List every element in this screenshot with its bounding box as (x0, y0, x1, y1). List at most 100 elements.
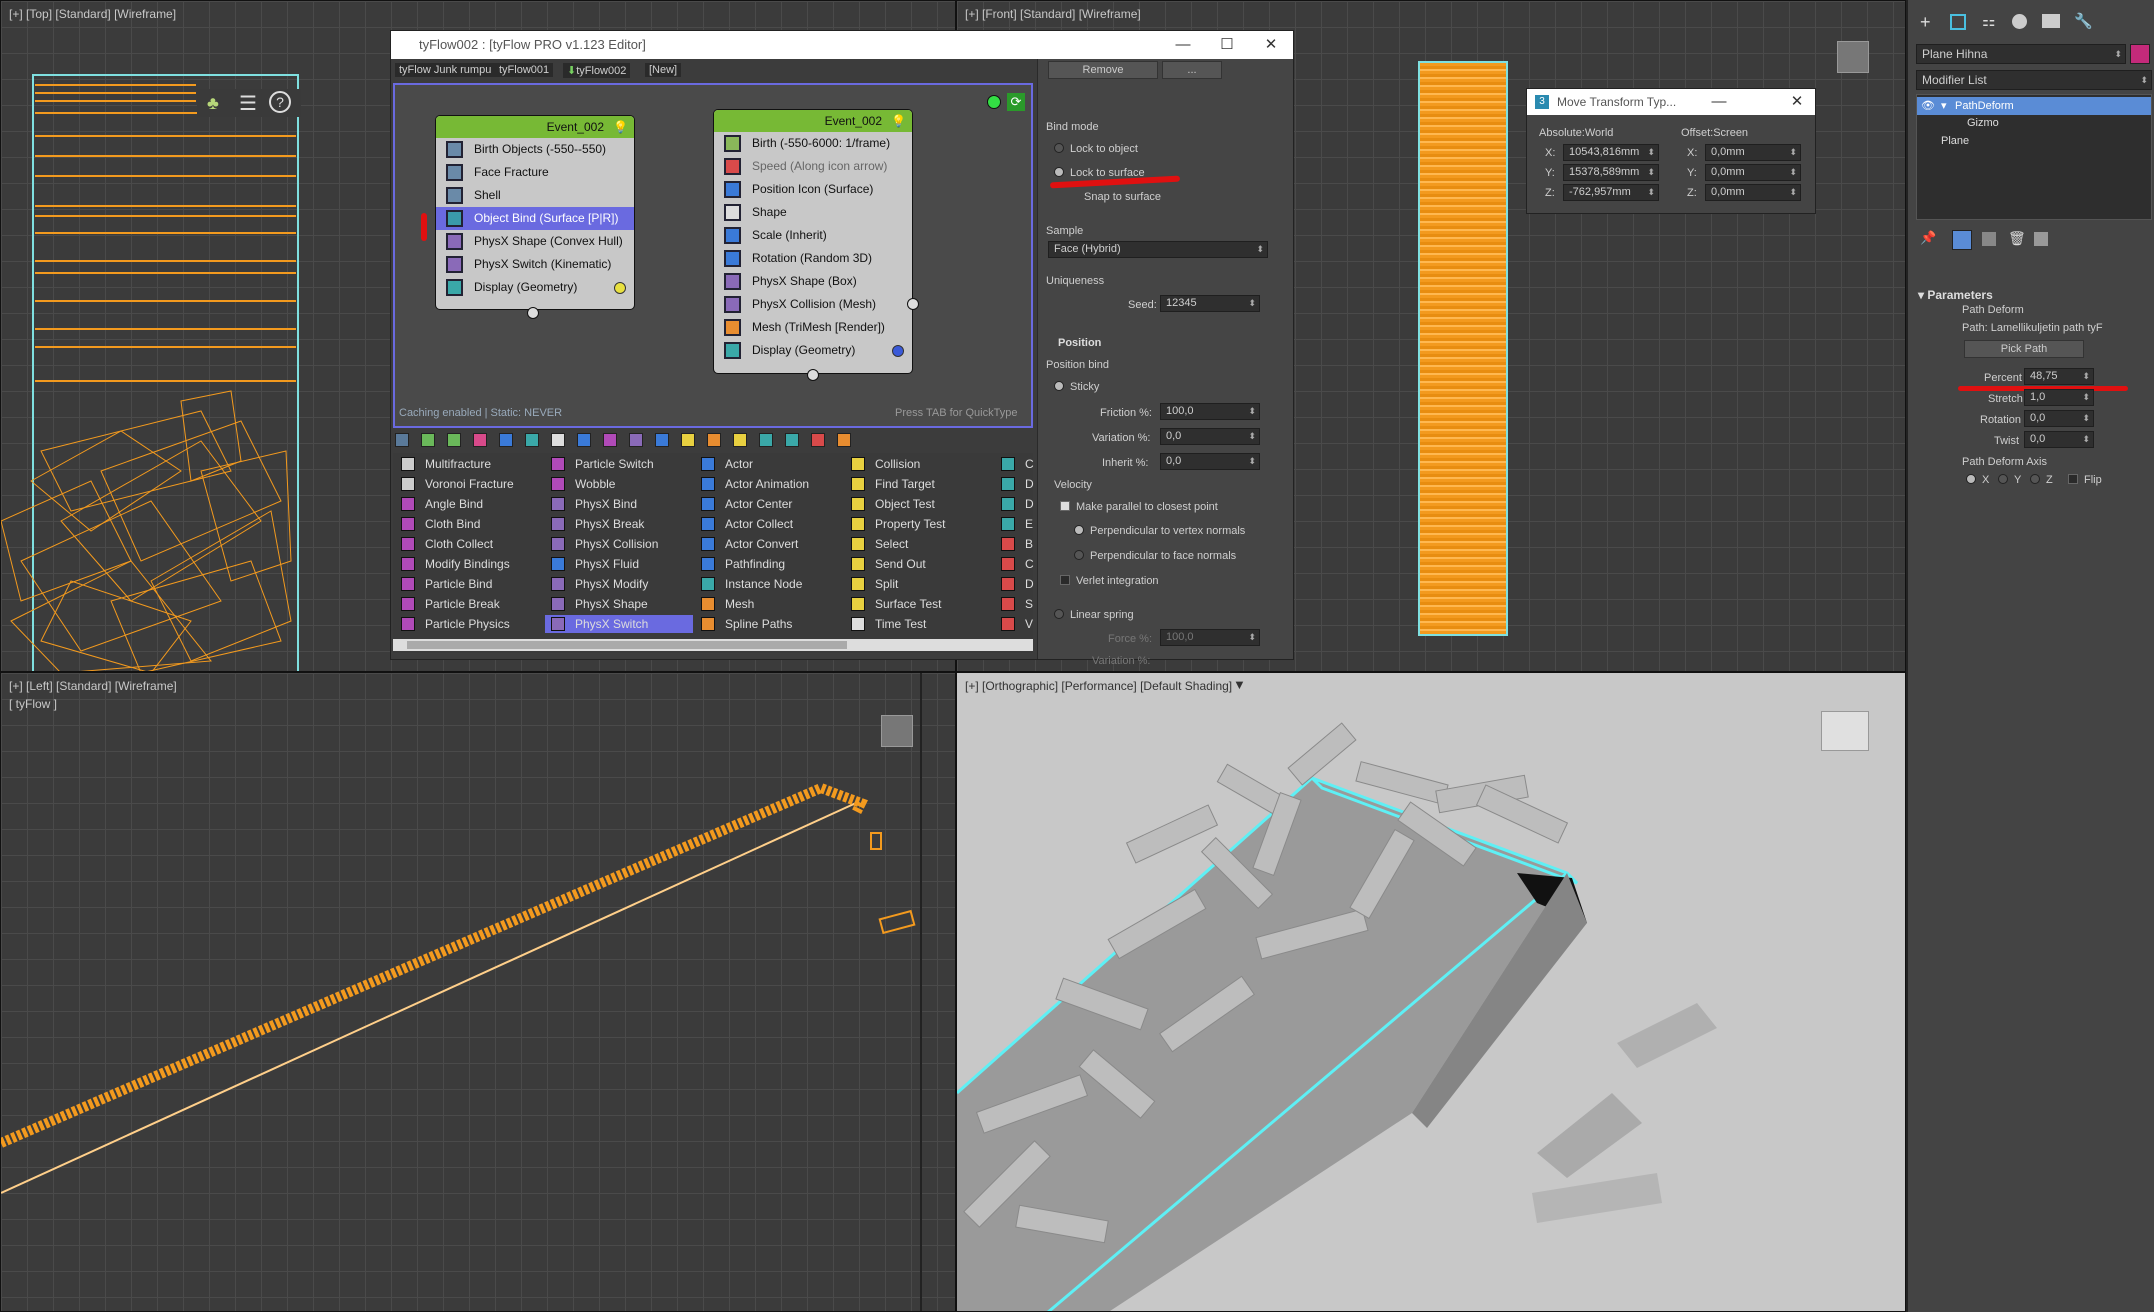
tab-tyflow002[interactable]: ⬇tyFlow002 (563, 63, 631, 78)
operator[interactable]: Mesh (TriMesh [Render]) (714, 316, 912, 339)
axis-z-radio[interactable]: Z (2030, 474, 2053, 486)
cache-indicator-icon[interactable] (987, 95, 1001, 109)
off-x-field[interactable]: 0,0mm (1705, 144, 1801, 161)
op-category-icon[interactable] (525, 433, 539, 447)
depot-item[interactable]: Find Target (851, 477, 935, 491)
event-node-2[interactable]: Event_002 💡 Birth (-550-6000: 1/frame) Sp… (713, 109, 913, 374)
remove-button[interactable]: Remove (1048, 61, 1158, 79)
viewcube-icon[interactable] (1837, 41, 1869, 73)
op-category-icon[interactable] (733, 433, 747, 447)
depot-item[interactable]: Pathfinding (701, 557, 785, 571)
flow-canvas[interactable]: ⟳ Event_002 💡 Birth Objects (-550--550) F… (393, 83, 1033, 428)
operator[interactable]: Shell (436, 184, 634, 207)
display-color-dot[interactable] (614, 282, 626, 294)
depot-item[interactable]: S (1001, 597, 1033, 611)
object-color-swatch[interactable] (2130, 44, 2150, 64)
stack-item-gizmo[interactable]: Gizmo (1967, 117, 1999, 129)
operator[interactable]: Scale (Inherit) (714, 224, 912, 247)
minimize-button[interactable]: — (1161, 31, 1205, 59)
display-color-dot[interactable] (892, 345, 904, 357)
viewport-left[interactable]: [+] [Left] [Standard] [Wireframe] [ tyFl… (0, 672, 956, 1312)
stack-item-plane[interactable]: Plane (1941, 135, 1969, 147)
off-y-field[interactable]: 0,0mm (1705, 164, 1801, 181)
op-category-icon[interactable] (785, 433, 799, 447)
sticky-radio[interactable]: Sticky (1054, 381, 1099, 393)
twist-field[interactable]: 0,0 (2024, 431, 2094, 448)
depot-item[interactable]: Actor Convert (701, 537, 798, 551)
output-port[interactable] (907, 298, 919, 310)
viewport-label[interactable]: [+] [Front] [Standard] [Wireframe] (965, 7, 1141, 21)
depot-item[interactable]: Surface Test (851, 597, 941, 611)
depot-item[interactable]: Time Test (851, 617, 926, 631)
operator[interactable]: Face Fracture (436, 161, 634, 184)
depot-item[interactable]: Actor Animation (701, 477, 809, 491)
operator[interactable]: Rotation (Random 3D) (714, 247, 912, 270)
depot-item[interactable]: Cloth Bind (401, 517, 480, 531)
depot-item[interactable]: Mesh (701, 597, 754, 611)
operator-disabled[interactable]: Speed (Along icon arrow) (714, 155, 912, 178)
op-category-icon[interactable] (629, 433, 643, 447)
op-category-icon[interactable] (577, 433, 591, 447)
operator[interactable]: Shape (714, 201, 912, 224)
verlet-checkbox[interactable]: Verlet integration (1060, 575, 1159, 587)
stretch-field[interactable]: 1,0 (2024, 389, 2094, 406)
bulb-icon[interactable]: 💡 (613, 116, 628, 138)
op-category-icon[interactable] (447, 433, 461, 447)
modifier-list-dropdown[interactable]: Modifier List (1916, 70, 2152, 90)
tyflow-titlebar[interactable]: tyFlow002 : [tyFlow PRO v1.123 Editor] —… (391, 31, 1293, 59)
depot-item[interactable]: Actor Center (701, 497, 792, 511)
perp-vertex-radio[interactable]: Perpendicular to vertex normals (1074, 525, 1245, 537)
rotation-field[interactable]: 0,0 (2024, 410, 2094, 427)
eye-icon[interactable]: 👁 (1921, 97, 1935, 115)
display-tab-icon[interactable] (2042, 14, 2060, 28)
flip-checkbox[interactable]: Flip (2068, 474, 2102, 486)
create-tab-icon[interactable]: + (1920, 12, 1931, 33)
depot-item[interactable]: PhysX Modify (551, 577, 648, 591)
operator[interactable]: PhysX Shape (Box) (714, 270, 912, 293)
depot-item[interactable]: Property Test (851, 517, 945, 531)
position-section[interactable]: Position (1058, 337, 1101, 349)
abs-x-field[interactable]: 10543,816mm (1563, 144, 1659, 161)
refresh-icon[interactable]: ⟳ (1007, 93, 1025, 111)
friction-field[interactable]: 100,0 (1160, 403, 1260, 420)
more-button[interactable]: ... (1162, 61, 1222, 79)
abs-y-field[interactable]: 15378,589mm (1563, 164, 1659, 181)
depot-item[interactable]: Actor (701, 457, 753, 471)
depot-item[interactable]: Select (851, 537, 908, 551)
op-category-icon[interactable] (759, 433, 773, 447)
depot-item[interactable]: Send Out (851, 557, 926, 571)
depot-item[interactable]: B (1001, 537, 1033, 551)
seed-field[interactable]: 12345 (1160, 295, 1260, 312)
variation-field[interactable]: 0,0 (1160, 428, 1260, 445)
operator-selected[interactable]: Object Bind (Surface [P|R]) (436, 207, 634, 230)
operator[interactable]: PhysX Switch (Kinematic) (436, 253, 634, 276)
op-category-icon[interactable] (655, 433, 669, 447)
perp-face-radio[interactable]: Perpendicular to face normals (1074, 550, 1236, 562)
op-category-icon[interactable] (811, 433, 825, 447)
hierarchy-tab-icon[interactable]: ⚏ (1982, 12, 1995, 30)
minimize-button[interactable]: — (1701, 89, 1737, 115)
event-header[interactable]: Event_002 💡 (714, 110, 912, 132)
event-header[interactable]: Event_002 💡 (436, 116, 634, 138)
output-port[interactable] (527, 307, 539, 319)
stack-item-pathdeform[interactable]: 👁 ▾ PathDeform (1917, 97, 2151, 115)
operator[interactable]: PhysX Collision (Mesh) (714, 293, 912, 316)
pick-path-button[interactable]: Pick Path (1964, 340, 2084, 358)
percent-field[interactable]: 48,75 (2024, 368, 2094, 385)
snap-surface-checkbox[interactable]: Snap to surface (1084, 191, 1161, 203)
op-category-icon[interactable] (681, 433, 695, 447)
depot-item[interactable]: PhysX Collision (551, 537, 658, 551)
depot-item[interactable]: Cloth Collect (401, 537, 493, 551)
configure-icon[interactable] (2034, 232, 2048, 246)
depot-item[interactable]: Actor Collect (701, 517, 793, 531)
depot-item[interactable]: Spline Paths (701, 617, 792, 631)
depot-item[interactable]: Angle Bind (401, 497, 483, 511)
tab-tyflow001[interactable]: tyFlow001 (495, 63, 554, 77)
axis-y-radio[interactable]: Y (1998, 474, 2021, 486)
tab-new[interactable]: [New] (645, 63, 682, 77)
make-parallel-checkbox[interactable]: Make parallel to closest point (1060, 501, 1218, 513)
close-button[interactable]: ✕ (1249, 31, 1293, 59)
depot-item[interactable]: PhysX Bind (551, 497, 637, 511)
help-icon[interactable]: ? (269, 91, 291, 113)
op-category-icon[interactable] (395, 433, 409, 447)
